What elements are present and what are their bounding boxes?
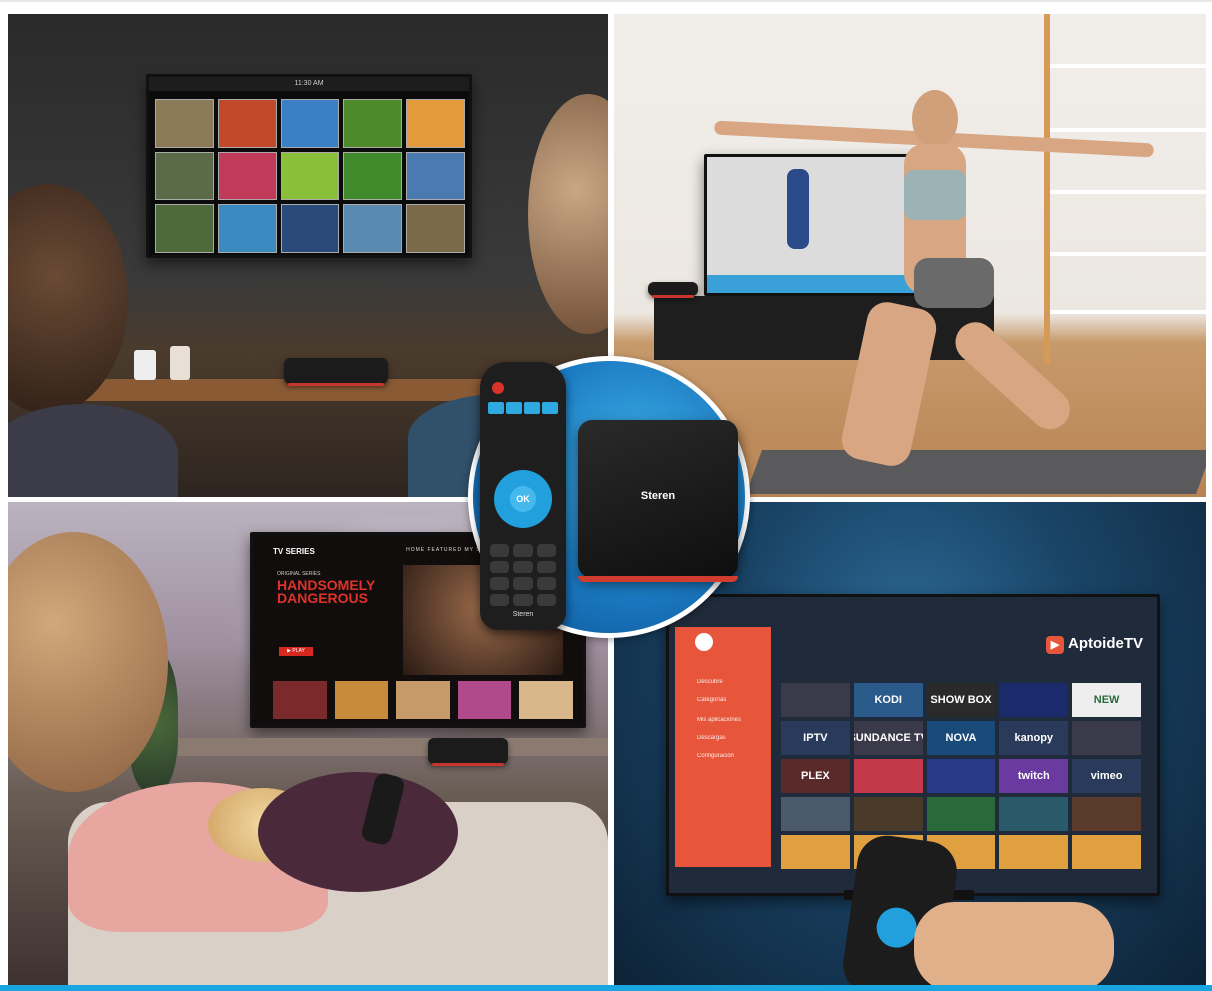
app-tile[interactable] [781,797,850,831]
app-tile[interactable] [926,759,996,793]
series-show-title: HANDSOMELY DANGEROUS [277,578,375,606]
play-button[interactable]: ▶ PLAY [279,647,313,656]
menu-my-apps[interactable]: Mis aplicaciones [697,717,741,723]
wall-tv-gallery: 11:30 AM [146,74,472,258]
shelf-board [1050,128,1206,132]
bottom-accent-bar [0,985,1212,991]
menu-categories[interactable]: Categorías [697,697,726,703]
app-tile[interactable] [1072,797,1141,831]
remote-dpad [874,905,920,951]
series-thumbnail[interactable] [519,681,573,719]
viewer-shoulder-left [8,404,178,497]
aptoide-sidebar: Descubre Categorías Mis aplicaciones Des… [675,627,771,867]
app-tile[interactable] [853,797,923,831]
show-title-line2: DANGEROUS [277,590,369,606]
tv-console [178,738,608,756]
set-top-box-shelf [284,358,388,386]
remote-ok-button: OK [510,486,536,512]
gallery-photo-tile[interactable] [406,204,465,253]
app-tile[interactable] [781,835,850,869]
remote-control: OK Steren [480,362,566,630]
gallery-photo-tile[interactable] [280,204,340,253]
series-thumbnail-row [273,681,573,719]
gallery-photo-tile[interactable] [343,151,403,201]
viewer-head-right [528,94,608,334]
series-thumbnail[interactable] [457,681,512,719]
series-app-title: TV SERIES [273,547,315,556]
app-tile[interactable]: vimeo [1072,759,1141,793]
set-top-box-product: Steren [578,420,738,582]
app-tile[interactable] [999,683,1069,717]
gallery-photo-tile[interactable] [155,204,214,253]
app-tile[interactable]: IPTV [781,721,850,755]
app-tile[interactable]: KODI [853,683,923,717]
app-tile[interactable] [1072,721,1141,755]
tv-yoga-mat [707,275,917,293]
woman-shorts [914,258,994,308]
yoga-mat [745,450,1206,494]
menu-discover[interactable]: Descubre [697,679,723,685]
app-tile[interactable] [926,797,996,831]
gallery-photo-tile[interactable] [343,99,403,148]
series-thumbnail[interactable] [273,681,327,719]
hand [914,902,1114,987]
aptoide-app-grid: KODISHOW BOX NEW IPTVSUNDANCE TVNOVAkanopy… [781,683,1141,869]
box-brand-logo: Steren [640,490,676,502]
gallery-photo-tile[interactable] [406,99,465,148]
app-tile[interactable] [1072,835,1141,869]
gallery-photo-tile[interactable] [406,151,465,201]
woman-head [912,90,958,148]
candle-middle [170,346,190,380]
menu-downloads[interactable]: Descargas [697,735,726,741]
remote-function-keys [488,402,558,414]
app-tile[interactable] [781,683,850,717]
collage-frame: 11:30 AM TV SERIES HOME FEATURED MY ORIG… [0,0,1212,991]
aptoide-logo: ▶ AptoideTV [1046,635,1143,654]
set-top-box-stand [648,282,698,298]
app-tile[interactable]: SUNDANCE TV [853,721,923,755]
gallery-photo-tile[interactable] [217,151,277,201]
woman-legs [258,772,458,892]
app-tile[interactable]: NEW [1072,683,1141,717]
aptoide-logo-icon: ▶ [1046,636,1064,654]
app-tile[interactable]: NOVA [926,721,996,755]
app-tile[interactable]: PLEX [781,759,850,793]
remote-numpad [490,544,556,606]
search-icon[interactable] [695,633,713,651]
gallery-photo-tile[interactable] [280,99,340,148]
series-thumbnail[interactable] [334,681,389,719]
shelf-board [1050,64,1206,68]
tv-clock: 11:30 AM [149,77,469,91]
gallery-photo-tile[interactable] [155,151,214,201]
app-tile[interactable] [853,759,923,793]
gallery-photo-tile[interactable] [343,204,403,253]
gallery-photo-tile[interactable] [155,99,214,148]
shelf-board [1050,252,1206,256]
shelf-board [1050,310,1206,314]
gallery-photo-tile[interactable] [217,204,277,253]
aptoide-logo-text: AptoideTV [1068,635,1143,652]
app-tile[interactable] [999,835,1069,869]
series-thumbnail[interactable] [396,681,450,719]
app-tile[interactable]: SHOW BOX [926,683,996,717]
app-tile[interactable] [999,797,1069,831]
power-icon [492,382,504,394]
woman-top [904,170,966,220]
tv-yoga-instructor [787,169,809,249]
set-top-box-console [428,738,508,766]
tv-yoga-class [704,154,920,296]
app-tile[interactable]: kanopy [999,721,1069,755]
gallery-photo-tile[interactable] [280,151,340,201]
menu-settings[interactable]: Configuración [697,753,734,759]
remote-brand: Steren [512,611,534,618]
gallery-photo-tile[interactable] [217,99,277,148]
photo-gallery-grid [155,99,465,253]
candle-left [134,350,156,380]
shelf-board [1050,190,1206,194]
bookshelf [1044,14,1206,364]
app-tile[interactable]: twitch [999,759,1069,793]
